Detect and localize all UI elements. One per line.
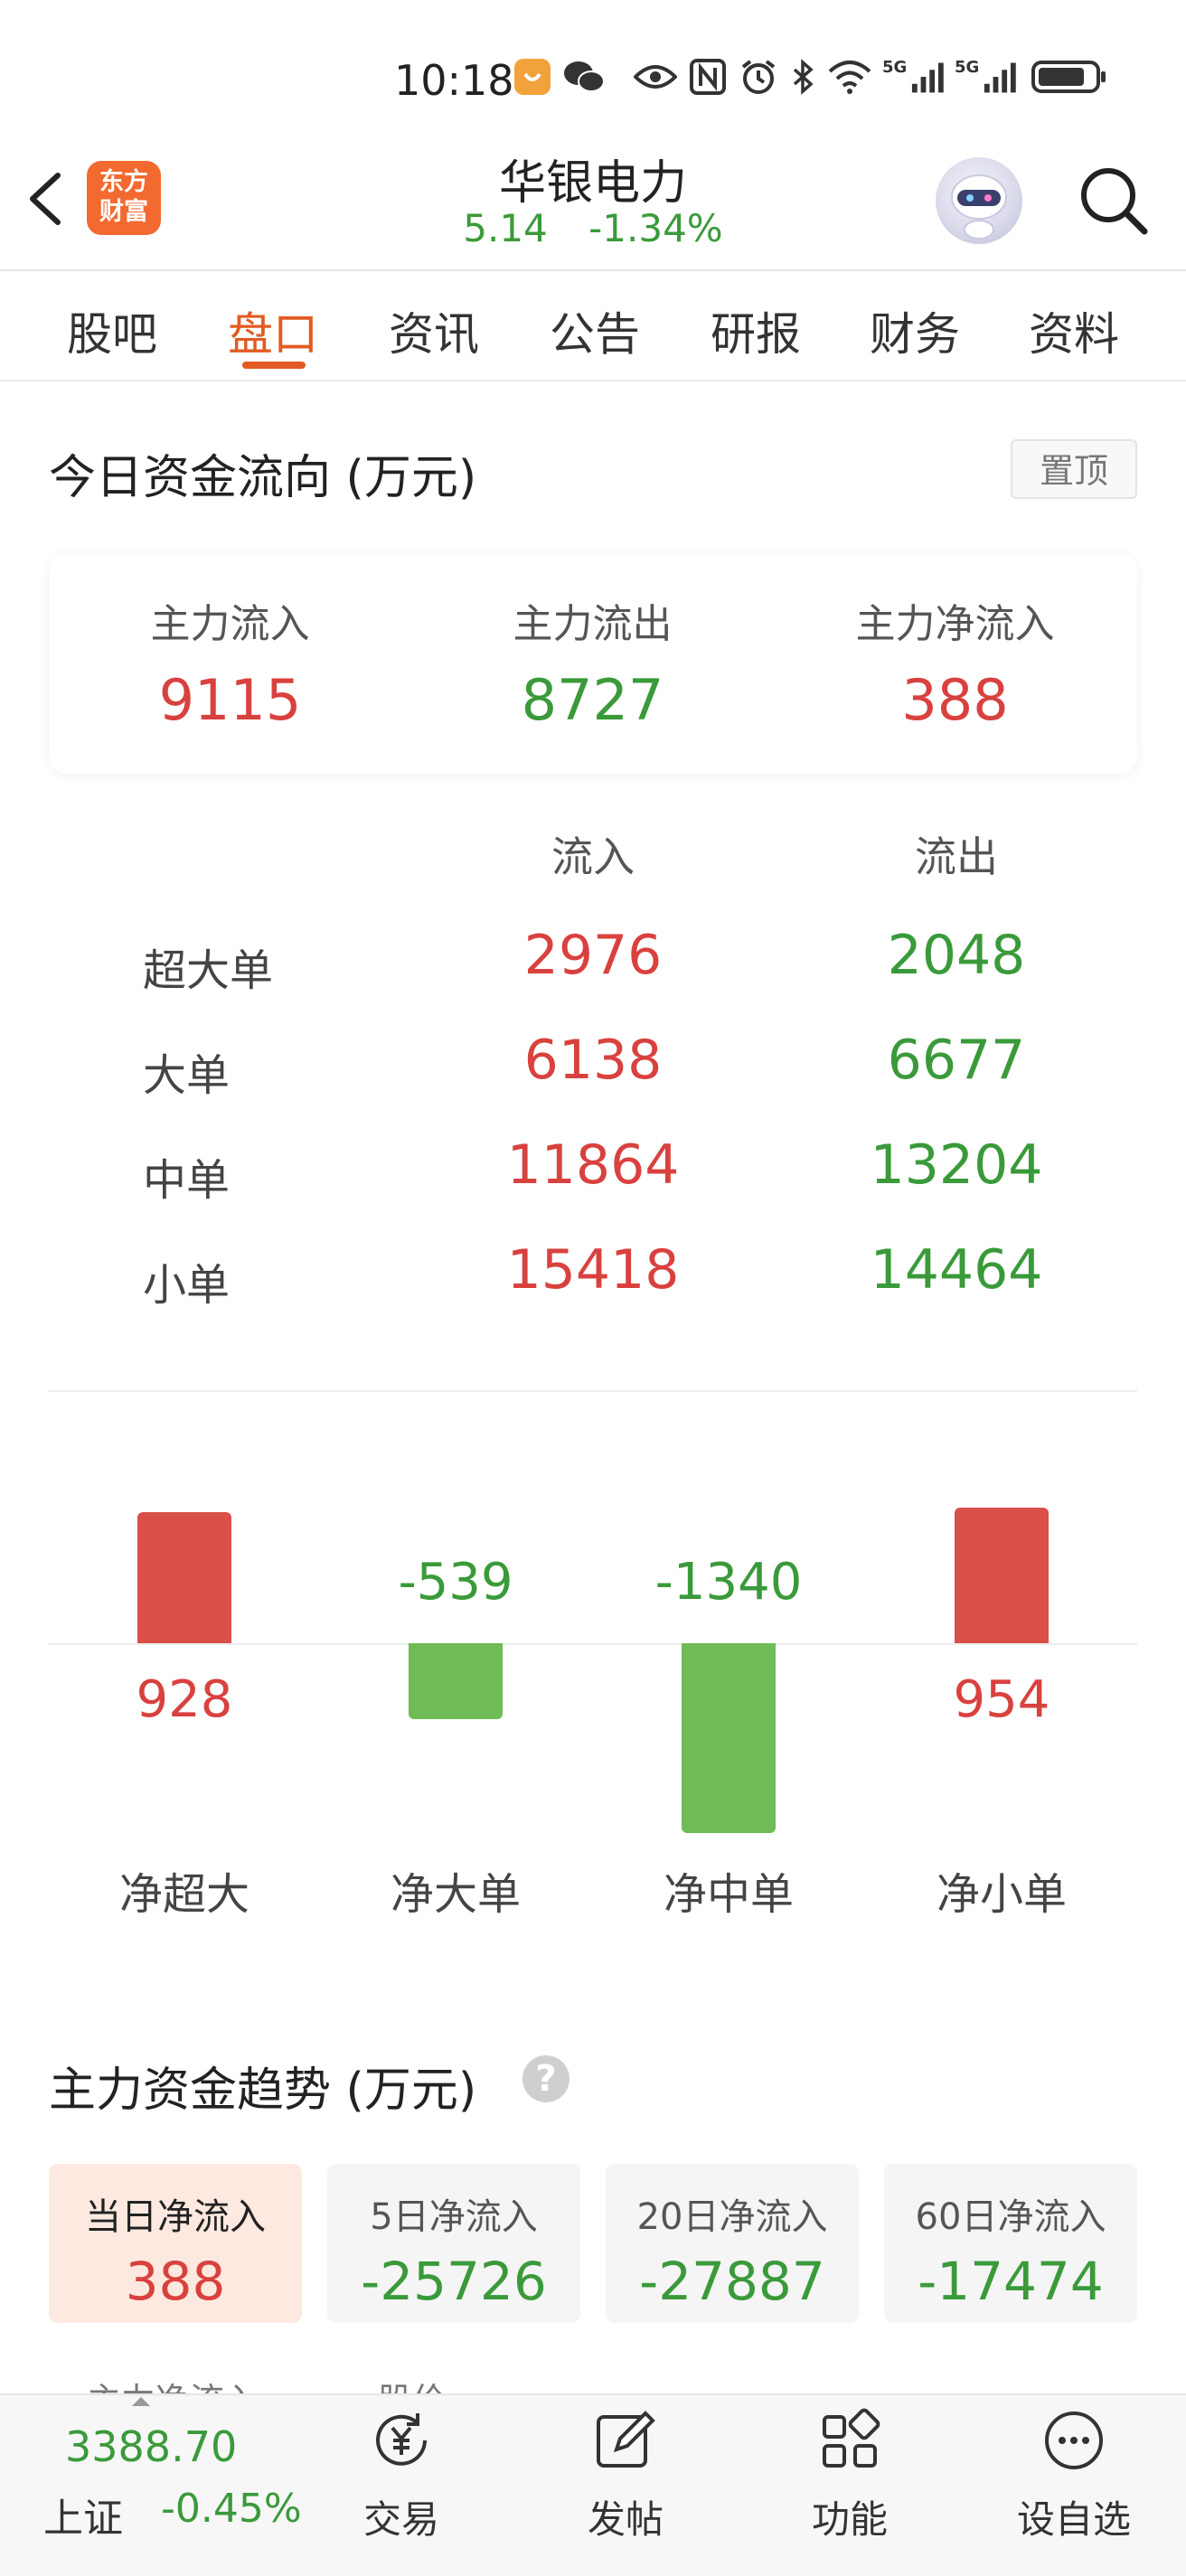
table-cell-inflow: 11864	[506, 1133, 680, 1197]
summary-main-net-inflow: 主力净流入 388	[774, 591, 1136, 733]
tab-profile[interactable]: 资料	[1002, 298, 1146, 363]
trend-title: 主力资金趋势 (万元)	[49, 2064, 477, 2118]
trend-card-label: 当日净流入	[85, 2196, 266, 2238]
table-row-label: 小单	[143, 1260, 231, 1311]
bar-category-label-1: 净大单	[390, 1869, 521, 1920]
table-cell-inflow: 15418	[506, 1238, 680, 1302]
nav-label: 设自选	[1016, 2497, 1131, 2542]
table-row-label: 中单	[143, 1155, 231, 1206]
table-cell-inflow: 6138	[523, 1029, 663, 1092]
summary-label: 主力流出	[513, 601, 673, 647]
bluetooth-icon	[788, 54, 817, 99]
index-change[interactable]: -0.45%	[161, 2486, 302, 2532]
bar-2	[682, 1643, 776, 1833]
index-value[interactable]: 3388.70	[65, 2422, 237, 2471]
tabs-divider	[0, 380, 1186, 381]
trade-yen-icon	[365, 2404, 438, 2477]
alarm-icon	[738, 54, 779, 99]
trend-card-60d[interactable]: 60日净流入 -17474	[884, 2164, 1137, 2323]
tab-pankou[interactable]: 盘口	[201, 298, 345, 363]
trend-card-20d[interactable]: 20日净流入 -27887	[606, 2164, 859, 2323]
bar-3	[955, 1508, 1049, 1643]
section-divider	[49, 1390, 1137, 1392]
table-cell-outflow: 14464	[870, 1238, 1043, 1302]
tab-finance[interactable]: 财务	[842, 298, 987, 363]
assistant-avatar[interactable]	[936, 157, 1022, 244]
trend-card-value: 388	[125, 2251, 226, 2312]
signal-icon-2: 5G	[955, 54, 1018, 99]
table-row-label: 大单	[143, 1050, 231, 1101]
chart-baseline	[49, 1643, 1137, 1645]
table-cell-outflow: 13204	[870, 1133, 1043, 1197]
fund-flow-title: 今日资金流向 (万元)	[49, 451, 477, 505]
summary-label: 主力流入	[150, 601, 310, 647]
grid-icon	[814, 2404, 886, 2477]
trend-card-label: 60日净流入	[915, 2196, 1106, 2238]
app-notification-icon	[512, 54, 553, 99]
stock-change-pct: -1.34%	[588, 206, 723, 250]
bar-category-label-0: 净超大	[118, 1869, 249, 1920]
active-tab-indicator	[242, 362, 306, 369]
table-header-outflow: 流出	[915, 832, 998, 881]
bar-category-label-2: 净中单	[663, 1869, 794, 1920]
trend-card-label: 20日净流入	[636, 2196, 828, 2238]
index-name[interactable]: 上证	[43, 2486, 123, 2543]
pin-top-button[interactable]: 置顶	[1011, 439, 1137, 499]
summary-main-outflow: 主力流出 8727	[411, 591, 774, 733]
table-cell-outflow: 2048	[887, 924, 1026, 987]
nav-functions-button[interactable]: 功能	[768, 2404, 931, 2544]
fund-summary-card: 主力流入 9115 主力流出 8727 主力净流入 388	[49, 553, 1137, 774]
bar-value-label-0: 928	[136, 1670, 233, 1729]
question-icon[interactable]: ?	[522, 2055, 569, 2102]
trend-card-value: -25726	[361, 2251, 547, 2312]
table-header-inflow: 流入	[551, 832, 635, 881]
table-row-label: 超大单	[143, 945, 274, 996]
tab-news[interactable]: 资讯	[362, 298, 506, 363]
tab-guba[interactable]: 股吧	[40, 298, 184, 363]
trend-card-label: 5日净流入	[370, 2196, 538, 2238]
search-button[interactable]	[1076, 163, 1152, 239]
nav-trade-button[interactable]: 交易	[320, 2404, 483, 2544]
nav-label: 交易	[362, 2497, 439, 2542]
eye-icon	[633, 54, 678, 99]
summary-value: 9115	[158, 667, 302, 733]
bar-value-label-2: -1340	[654, 1553, 803, 1612]
summary-main-inflow: 主力流入 9115	[49, 591, 411, 733]
battery-icon	[1029, 54, 1110, 99]
search-icon	[1081, 168, 1148, 235]
nav-post-button[interactable]: 发帖	[544, 2404, 707, 2544]
nav-label: 发帖	[587, 2497, 664, 2542]
status-time: 10:18	[394, 56, 514, 105]
tab-research[interactable]: 研报	[683, 298, 828, 363]
more-dots-icon	[1038, 2404, 1110, 2477]
tab-announcements[interactable]: 公告	[522, 298, 667, 363]
table-cell-inflow: 2976	[523, 924, 663, 987]
bar-category-label-3: 净小单	[936, 1869, 1067, 1920]
bar-1	[409, 1643, 503, 1720]
expand-caret-icon[interactable]	[132, 2397, 150, 2406]
bar-0	[137, 1511, 231, 1643]
trend-card-value: -17474	[918, 2251, 1104, 2312]
wifi-icon	[824, 54, 875, 99]
summary-label: 主力净流入	[855, 601, 1055, 647]
summary-value: 388	[901, 667, 1009, 733]
signal-icon-1: 5G	[882, 54, 946, 99]
trend-card-value: -27887	[639, 2251, 825, 2312]
status-bar: 10:18 5G 5G	[0, 0, 1186, 154]
trend-card-today[interactable]: 当日净流入 388	[49, 2164, 302, 2323]
bar-value-label-1: -539	[398, 1553, 513, 1612]
summary-value: 8727	[521, 667, 664, 733]
nav-label: 功能	[811, 2497, 888, 2542]
robot-icon	[951, 174, 1007, 240]
trend-card-5d[interactable]: 5日净流入 -25726	[327, 2164, 580, 2323]
stock-price: 5.14	[463, 206, 548, 250]
wechat-icon	[560, 54, 607, 99]
nav-add-watchlist-button[interactable]: 设自选	[993, 2404, 1155, 2544]
table-cell-outflow: 6677	[887, 1029, 1026, 1092]
tab-bar: 股吧 盘口 资讯 公告 研报 财务 资料	[0, 271, 1186, 380]
compose-icon	[589, 2404, 662, 2477]
bar-value-label-3: 954	[953, 1670, 1050, 1729]
nfc-icon	[687, 54, 729, 99]
